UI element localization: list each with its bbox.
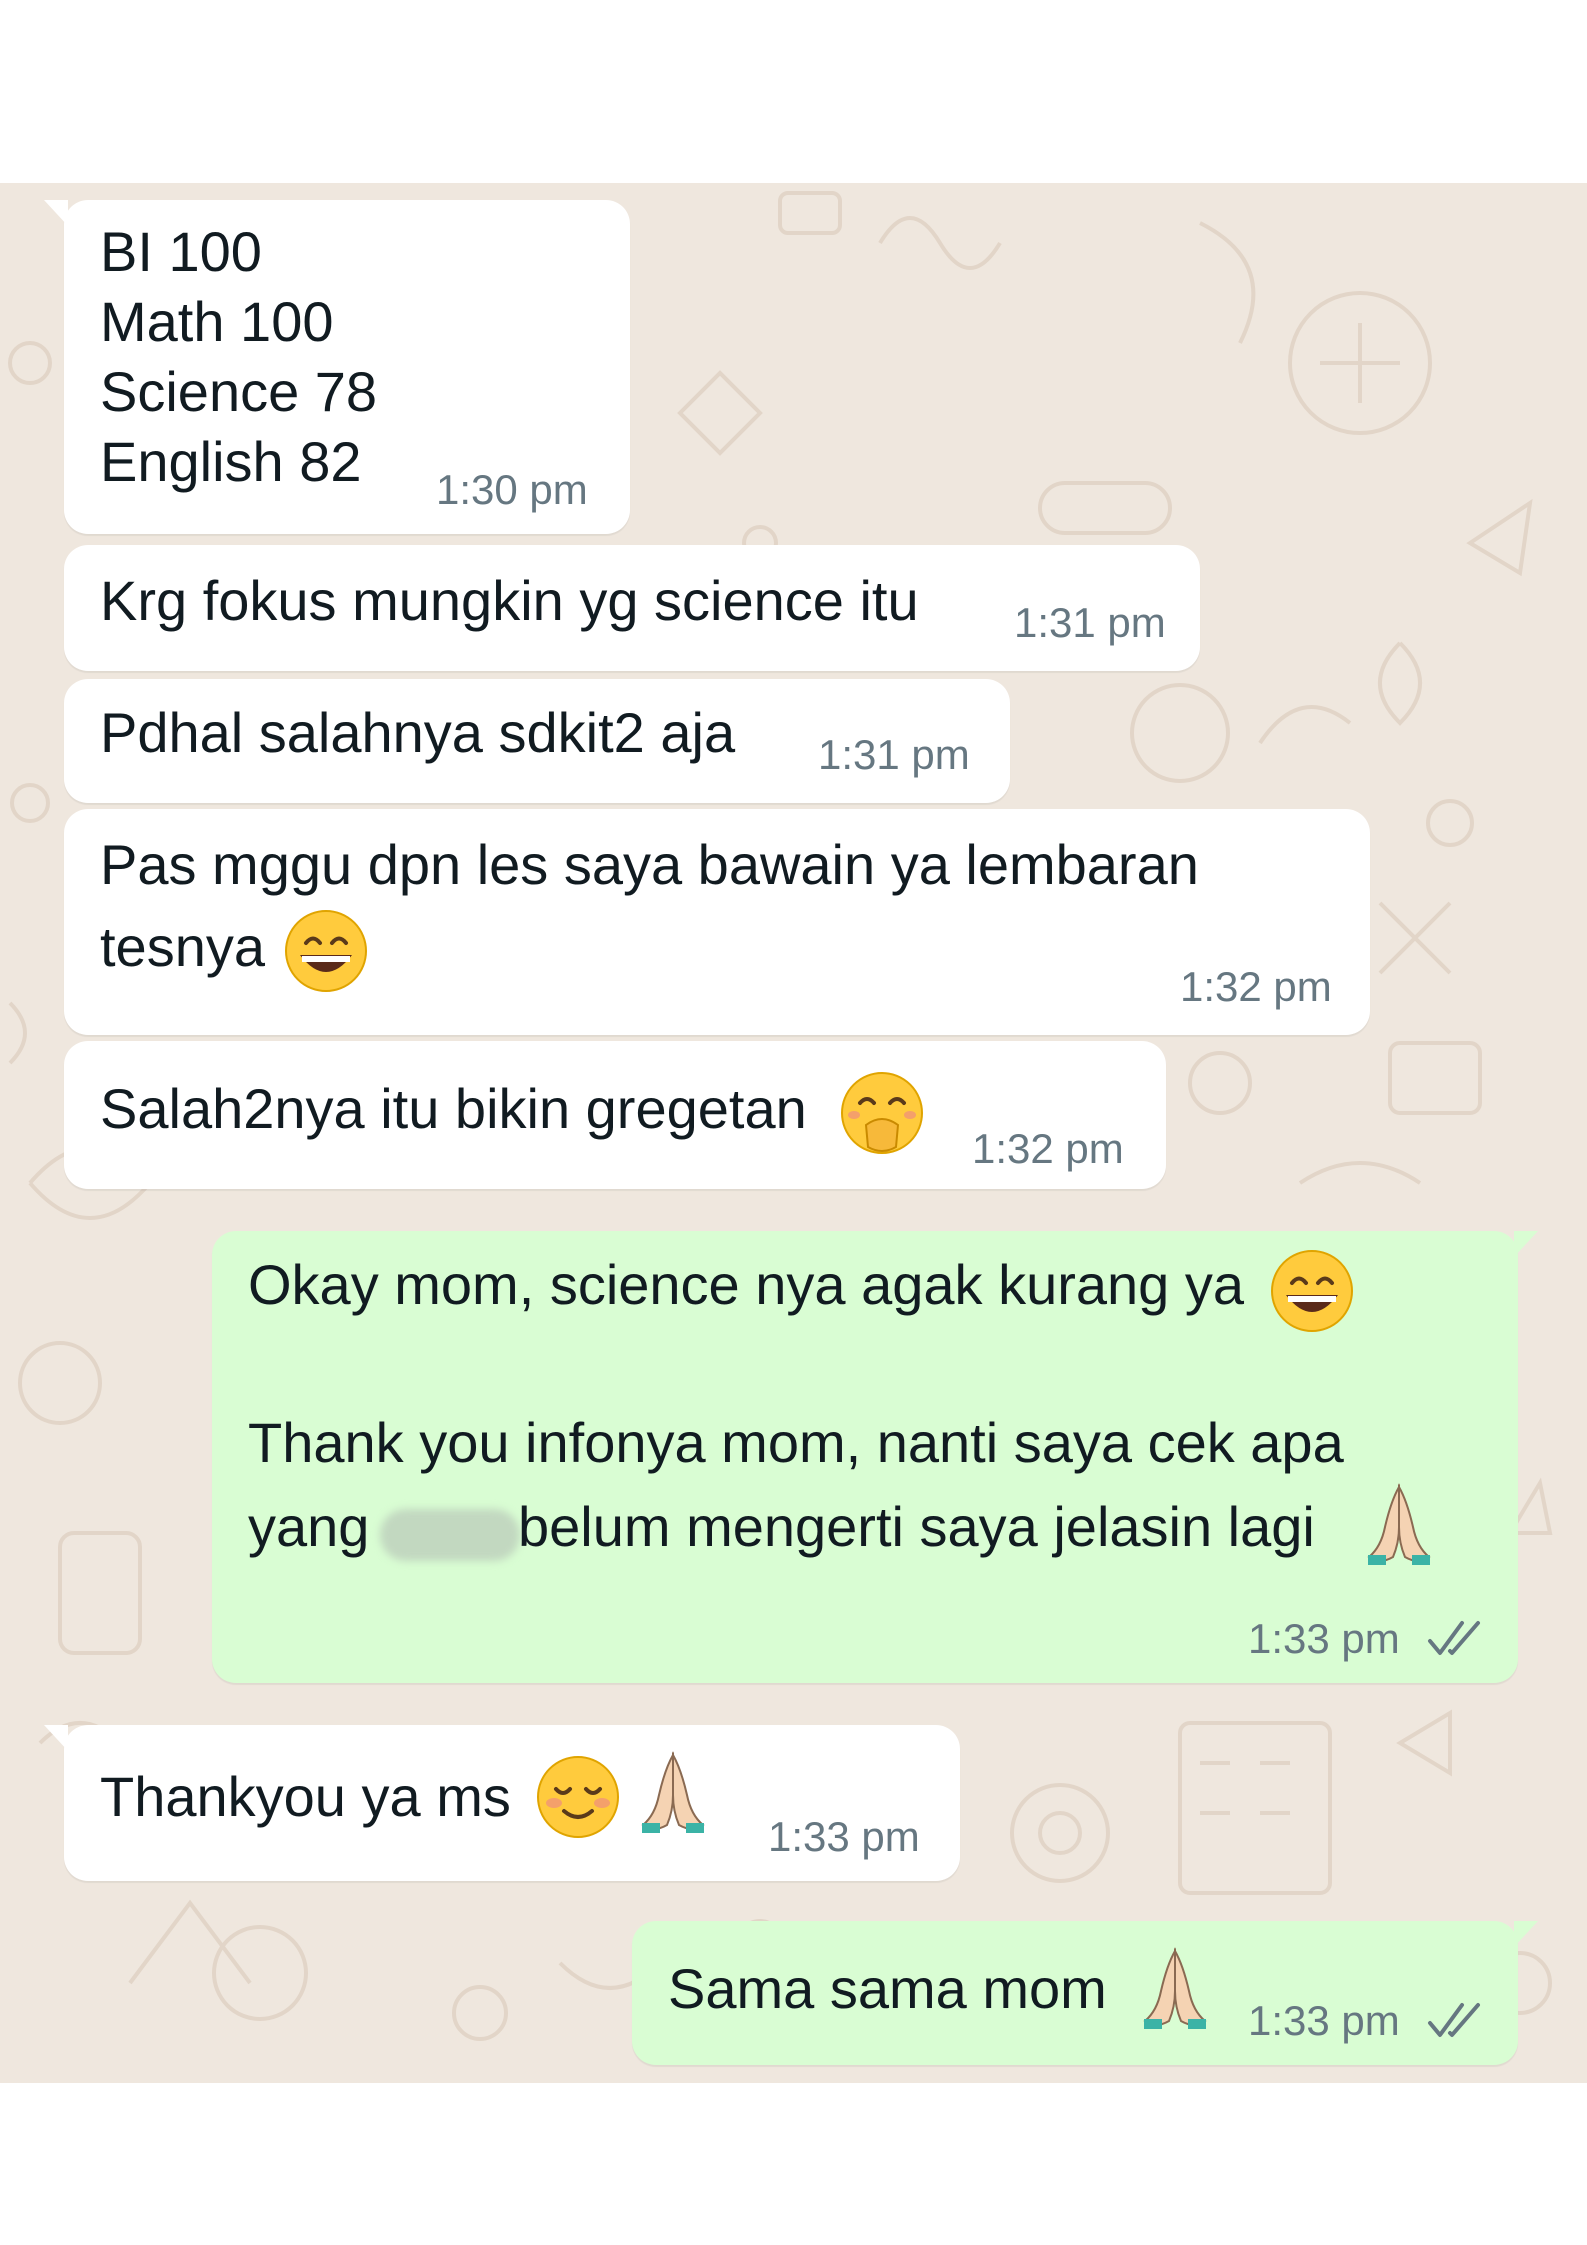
folded-hands-emoji-icon <box>641 1751 705 1833</box>
double-check-read-icon <box>1428 2003 1480 2037</box>
message-text: Pdhal salahnya sdkit2 aja <box>100 701 736 764</box>
message-text: belum mengerti saya jelasin lagi <box>518 1495 1315 1558</box>
grinning-face-emoji-icon <box>1271 1250 1353 1332</box>
outgoing-message-2[interactable]: Sama sama mom 1:33 pm <box>632 1921 1538 2065</box>
incoming-message-4[interactable]: Pas mggu dpn les saya bawain ya lembaran… <box>64 809 1370 1035</box>
redacted-name <box>380 1509 520 1561</box>
message-text: BI 100 <box>100 220 262 283</box>
incoming-message-2[interactable]: Krg fokus mungkin yg science itu 1:31 pm <box>64 545 1200 671</box>
grinning-face-emoji-icon <box>285 910 367 992</box>
message-text: tesnya <box>100 915 265 978</box>
message-time: 1:32 pm <box>972 1125 1124 1172</box>
message-time: 1:31 pm <box>1014 599 1166 646</box>
message-text: Okay mom, science nya agak kurang ya <box>248 1253 1245 1316</box>
message-time: 1:31 pm <box>818 731 970 778</box>
message-time: 1:33 pm <box>1248 1615 1400 1662</box>
double-check-read-icon <box>1428 1621 1480 1655</box>
incoming-message-5[interactable]: Salah2nya itu bikin gregetan 1:32 pm <box>64 1041 1166 1189</box>
message-text: English 82 <box>100 430 362 493</box>
message-text: Krg fokus mungkin yg science itu <box>100 569 919 632</box>
incoming-message-3[interactable]: Pdhal salahnya sdkit2 aja 1:31 pm <box>64 679 1010 803</box>
message-text: Math 100 <box>100 290 334 353</box>
folded-hands-emoji-icon <box>1143 1947 1207 2029</box>
message-text: Sama sama mom <box>668 1957 1107 2020</box>
message-time: 1:30 pm <box>436 466 588 513</box>
face-with-hand-over-mouth-emoji-icon <box>841 1072 923 1154</box>
message-time: 1:32 pm <box>1180 963 1332 1010</box>
outgoing-message-1[interactable]: Okay mom, science nya agak kurang ya Tha… <box>212 1231 1538 1683</box>
message-time: 1:33 pm <box>768 1813 920 1860</box>
smiling-face-emoji-icon <box>537 1756 619 1838</box>
folded-hands-emoji-icon <box>1367 1483 1431 1565</box>
incoming-message-1[interactable]: BI 100 Math 100 Science 78 English 82 1:… <box>44 200 630 534</box>
message-text: Salah2nya itu bikin gregetan <box>100 1077 807 1140</box>
message-text: Science 78 <box>100 360 378 423</box>
message-text: yang <box>248 1495 370 1558</box>
incoming-message-6[interactable]: Thankyou ya ms 1:33 pm <box>44 1725 960 1881</box>
message-text: Thank you infonya mom, nanti saya cek ap… <box>248 1411 1344 1474</box>
message-time: 1:33 pm <box>1248 1997 1400 2044</box>
chat-area: BI 100 Math 100 Science 78 English 82 1:… <box>0 183 1587 2083</box>
message-text: Pas mggu dpn les saya bawain ya lembaran <box>100 833 1199 896</box>
message-text: Thankyou ya ms <box>100 1765 511 1828</box>
